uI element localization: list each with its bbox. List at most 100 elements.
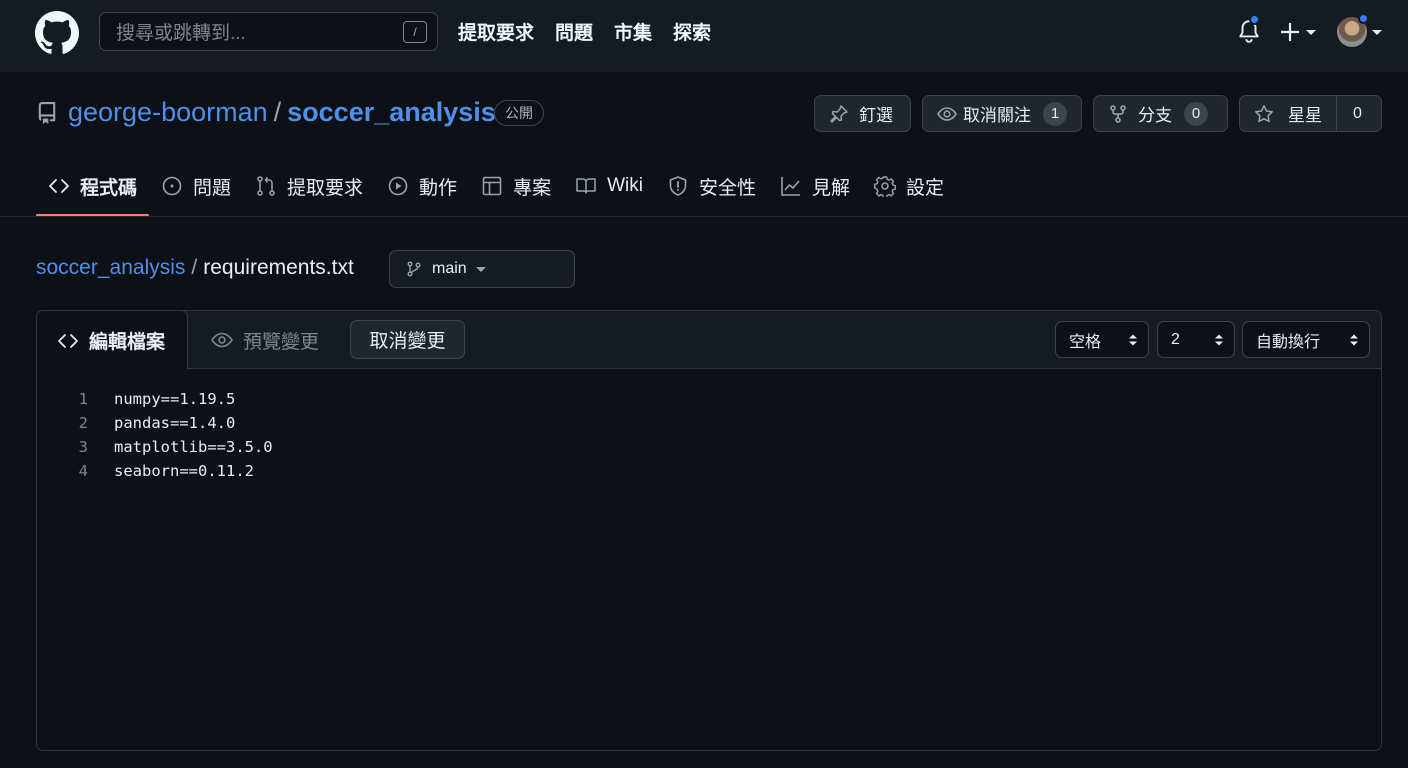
indent-mode-select[interactable]: 空格 — [1055, 321, 1149, 358]
star-count[interactable]: 0 — [1336, 96, 1378, 131]
indent-size-value: 2 — [1171, 330, 1180, 348]
branch-selector[interactable]: main — [389, 250, 575, 288]
tab-wiki[interactable]: Wiki — [563, 160, 655, 212]
repo-nav-tabs: 程式碼 問題 提取要求 動作 專案 Wiki 安全性 見解 設定 — [36, 160, 956, 217]
breadcrumb-filename[interactable]: requirements.txt — [203, 256, 354, 280]
tab-label: 安全性 — [698, 177, 756, 199]
line-number: 3 — [78, 438, 88, 456]
tab-edit-file[interactable]: 編輯檔案 — [37, 311, 188, 370]
fork-button[interactable]: 分支 0 — [1093, 95, 1228, 132]
pin-label: 釘選 — [859, 106, 893, 125]
tab-label: 問題 — [193, 177, 232, 199]
edit-tab-label: 編輯檔案 — [89, 332, 166, 353]
code-icon — [58, 333, 78, 348]
chevron-down-icon[interactable] — [1371, 27, 1383, 37]
cancel-changes-button[interactable]: 取消變更 — [350, 320, 465, 359]
wrap-mode-select[interactable]: 自動換行 — [1242, 321, 1370, 358]
line-text[interactable]: seaborn==0.11.2 — [114, 462, 254, 480]
line-text[interactable]: numpy==1.19.5 — [114, 390, 235, 408]
nav-pull-requests[interactable]: 提取要求 — [458, 18, 534, 45]
tab-label: 見解 — [811, 177, 850, 199]
book-icon — [576, 178, 596, 194]
line-number: 4 — [78, 462, 88, 480]
unwatch-button[interactable]: 取消關注 1 — [922, 95, 1082, 132]
eye-icon — [937, 106, 957, 121]
eye-icon — [211, 332, 233, 348]
global-header: 搜尋或跳轉到... / 提取要求 問題 市集 探索 — [0, 0, 1408, 72]
star-button[interactable]: 星星 0 — [1239, 95, 1382, 132]
search-placeholder: 搜尋或跳轉到... — [116, 23, 246, 44]
play-icon — [388, 176, 408, 196]
tab-label: 程式碼 — [80, 177, 138, 199]
breadcrumb-repo-link[interactable]: soccer_analysis — [36, 256, 185, 280]
nav-issues[interactable]: 問題 — [555, 18, 593, 45]
select-arrows-icon — [1215, 334, 1223, 346]
line-text[interactable]: pandas==1.4.0 — [114, 414, 235, 432]
fork-label: 分支 — [1138, 106, 1172, 125]
tabs-divider — [0, 216, 1408, 217]
file-editor: 編輯檔案 預覽變更 取消變更 空格 2 自動換行 1 numpy==1.19.5… — [36, 310, 1382, 751]
tab-label: 提取要求 — [287, 177, 364, 199]
select-arrows-icon — [1350, 334, 1358, 346]
tab-code[interactable]: 程式碼 — [36, 160, 150, 217]
tab-label: 專案 — [513, 177, 552, 199]
search-input[interactable]: 搜尋或跳轉到... / — [99, 12, 438, 51]
pin-button[interactable]: 釘選 — [814, 95, 911, 132]
code-icon — [49, 179, 69, 193]
graph-icon — [781, 177, 800, 196]
visibility-badge: 公開 — [494, 100, 544, 126]
fork-icon — [1110, 104, 1126, 123]
indent-size-select[interactable]: 2 — [1157, 321, 1235, 358]
star-label: 星星 — [1288, 106, 1322, 125]
pin-icon — [830, 104, 848, 123]
file-breadcrumb: soccer_analysis / requirements.txt — [36, 256, 354, 280]
avatar-status-indicator — [1358, 13, 1369, 24]
tab-insights[interactable]: 見解 — [768, 160, 862, 212]
unwatch-label: 取消關注 — [963, 106, 1031, 125]
tab-security[interactable]: 安全性 — [655, 160, 768, 212]
gear-icon — [874, 176, 896, 197]
star-icon — [1255, 104, 1273, 122]
pull-request-icon — [257, 176, 275, 196]
issue-icon — [162, 176, 182, 196]
tab-preview-changes[interactable]: 預覽變更 — [211, 311, 319, 369]
shield-icon — [669, 176, 687, 196]
tab-settings[interactable]: 設定 — [862, 160, 956, 212]
line-number: 2 — [78, 414, 88, 432]
repo-title: george-boorman / soccer_analysis — [68, 97, 496, 128]
github-logo-icon[interactable] — [35, 11, 79, 55]
tab-label: Wiki — [607, 175, 643, 196]
repo-icon — [38, 102, 56, 124]
tab-label: 動作 — [419, 177, 458, 199]
line-number: 1 — [78, 390, 88, 408]
global-nav: 提取要求 問題 市集 探索 — [458, 18, 711, 45]
code-line: 4 seaborn==0.11.2 — [37, 459, 273, 483]
wrap-mode-value: 自動換行 — [1256, 333, 1321, 351]
tab-projects[interactable]: 專案 — [469, 160, 563, 212]
line-text[interactable]: matplotlib==3.5.0 — [114, 438, 273, 456]
tab-label: 設定 — [906, 177, 945, 199]
create-new-plus-icon[interactable] — [1280, 19, 1320, 45]
watch-count: 1 — [1043, 101, 1067, 126]
indent-mode-value: 空格 — [1069, 333, 1102, 351]
table-icon — [482, 176, 502, 196]
tab-issues[interactable]: 問題 — [149, 160, 243, 212]
nav-marketplace[interactable]: 市集 — [614, 18, 652, 45]
preview-tab-label: 預覽變更 — [243, 331, 320, 353]
code-line: 3 matplotlib==3.5.0 — [37, 435, 273, 459]
select-arrows-icon — [1129, 334, 1137, 346]
repo-title-separator: / — [273, 97, 282, 127]
code-line: 1 numpy==1.19.5 — [37, 387, 273, 411]
editor-toolbar: 編輯檔案 預覽變更 取消變更 空格 2 自動換行 — [37, 311, 1381, 370]
code-area[interactable]: 1 numpy==1.19.5 2 pandas==1.4.0 3 matplo… — [37, 387, 273, 483]
repo-name-link[interactable]: soccer_analysis — [287, 97, 496, 128]
fork-count: 0 — [1184, 101, 1208, 126]
code-line: 2 pandas==1.4.0 — [37, 411, 273, 435]
tab-actions[interactable]: 動作 — [375, 160, 469, 212]
nav-explore[interactable]: 探索 — [673, 18, 711, 45]
branch-name: main — [432, 260, 467, 277]
tab-pull-requests[interactable]: 提取要求 — [243, 160, 375, 212]
search-shortcut-key: / — [403, 21, 427, 43]
notification-indicator — [1249, 14, 1260, 25]
repo-owner-link[interactable]: george-boorman — [68, 97, 268, 128]
